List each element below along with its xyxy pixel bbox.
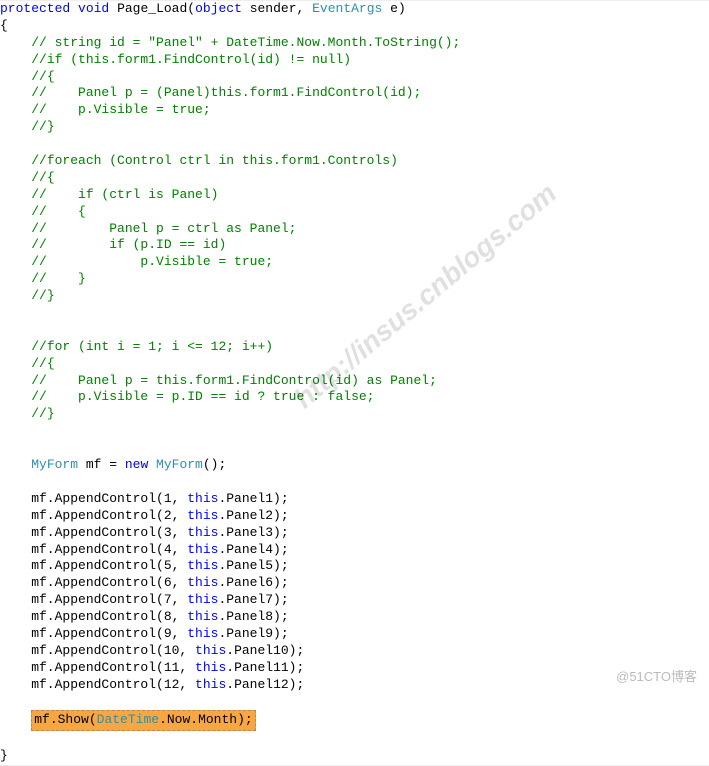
keyword-object: object (195, 1, 242, 16)
highlighted-line: mf.Show(DateTime.Now.Month); (31, 710, 255, 731)
comment-line: //} (31, 288, 54, 303)
brace-open: { (0, 18, 8, 33)
show-pre: mf.Show( (34, 712, 96, 727)
comment-line: // { (31, 204, 86, 219)
comment-line: //} (31, 119, 54, 134)
param-sender: sender, (242, 1, 312, 16)
code-block: protected void Page_Load(object sender, … (0, 0, 709, 766)
comment-line: // Panel p = (Panel)this.form1.FindContr… (31, 85, 421, 100)
comment-line: // if (p.ID == id) (31, 237, 226, 252)
comment-line: //{ (31, 170, 54, 185)
comment-line: //for (int i = 1; i <= 12; i++) (31, 339, 273, 354)
type-eventargs: EventArgs (312, 1, 382, 16)
keyword-new: new (125, 457, 148, 472)
decl-var: mf = (78, 457, 125, 472)
append-lines: mf.AppendControl(1, this.Panel1); mf.App… (0, 491, 304, 692)
param-tail: e) (382, 1, 405, 16)
comment-line: //if (this.form1.FindControl(id) != null… (31, 52, 351, 67)
decl-tail: (); (203, 457, 226, 472)
keyword-void: void (78, 1, 109, 16)
comment-line: //} (31, 406, 54, 421)
comment-line: // } (31, 271, 86, 286)
brace-close: } (0, 748, 8, 763)
comment-line: // Panel p = ctrl as Panel; (31, 221, 296, 236)
comment-line: // if (ctrl is Panel) (31, 187, 218, 202)
keyword-protected: protected (0, 1, 70, 16)
comment-line: // Panel p = this.form1.FindControl(id) … (31, 373, 437, 388)
comment-line: //{ (31, 69, 54, 84)
comment-line: // string id = "Panel" + DateTime.Now.Mo… (31, 35, 460, 50)
comment-line: // p.Visible = true; (31, 254, 273, 269)
method-name: Page_Load (117, 1, 187, 16)
show-tail: .Now.Month); (159, 712, 253, 727)
type-myform: MyForm (31, 457, 78, 472)
ctor-myform: MyForm (148, 457, 203, 472)
credit-text: @51CTO博客 (616, 666, 697, 685)
comment-line: //foreach (Control ctrl in this.form1.Co… (31, 153, 398, 168)
comment-line: //{ (31, 356, 54, 371)
comment-line: // p.Visible = true; (31, 102, 210, 117)
comment-line: // p.Visible = p.ID == id ? true : false… (31, 389, 374, 404)
type-datetime: DateTime (97, 712, 159, 727)
